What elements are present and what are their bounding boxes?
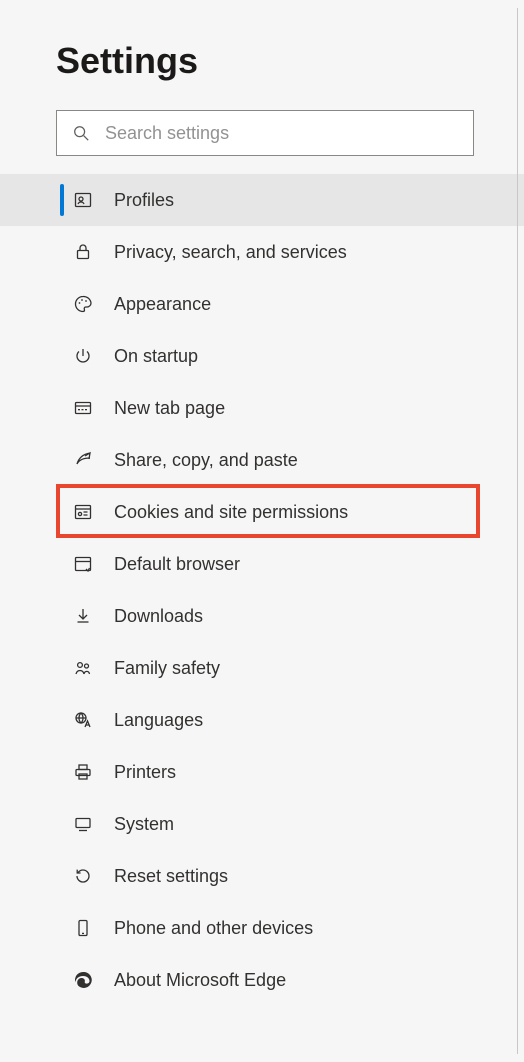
sidebar-item-family[interactable]: Family safety (0, 642, 524, 694)
sidebar-item-label: New tab page (114, 398, 225, 419)
edge-icon (72, 969, 94, 991)
profile-card-icon (72, 189, 94, 211)
settings-nav: Profiles Privacy, search, and services App… (0, 174, 524, 1006)
browser-icon (72, 553, 94, 575)
new-tab-icon (72, 397, 94, 419)
sidebar-item-label: Cookies and site permissions (114, 502, 348, 523)
sidebar-item-label: Default browser (114, 554, 240, 575)
sidebar-item-label: Phone and other devices (114, 918, 313, 939)
power-icon (72, 345, 94, 367)
sidebar-item-languages[interactable]: Languages (0, 694, 524, 746)
sidebar-item-label: System (114, 814, 174, 835)
sidebar-item-label: On startup (114, 346, 198, 367)
sidebar-item-newtab[interactable]: New tab page (0, 382, 524, 434)
printer-icon (72, 761, 94, 783)
sidebar-item-about[interactable]: About Microsoft Edge (0, 954, 524, 1006)
download-icon (72, 605, 94, 627)
search-icon (71, 123, 91, 143)
sidebar-item-label: Share, copy, and paste (114, 450, 298, 471)
share-icon (72, 449, 94, 471)
family-icon (72, 657, 94, 679)
sidebar-item-share[interactable]: Share, copy, and paste (0, 434, 524, 486)
sidebar-item-label: Reset settings (114, 866, 228, 887)
page-title: Settings (56, 40, 524, 82)
system-icon (72, 813, 94, 835)
sidebar-item-label: Privacy, search, and services (114, 242, 347, 263)
phone-icon (72, 917, 94, 939)
sidebar-item-cookies[interactable]: Cookies and site permissions (0, 486, 524, 538)
lock-icon (72, 241, 94, 263)
sidebar-item-label: Profiles (114, 190, 174, 211)
sidebar-item-system[interactable]: System (0, 798, 524, 850)
sidebar-item-downloads[interactable]: Downloads (0, 590, 524, 642)
sidebar-item-startup[interactable]: On startup (0, 330, 524, 382)
sidebar-item-default[interactable]: Default browser (0, 538, 524, 590)
sidebar-item-label: Languages (114, 710, 203, 731)
site-permissions-icon (72, 501, 94, 523)
search-settings-box[interactable] (56, 110, 474, 156)
search-input[interactable] (105, 123, 459, 144)
sidebar-item-reset[interactable]: Reset settings (0, 850, 524, 902)
palette-icon (72, 293, 94, 315)
sidebar-item-appearance[interactable]: Appearance (0, 278, 524, 330)
languages-icon (72, 709, 94, 731)
sidebar-item-profiles[interactable]: Profiles (0, 174, 524, 226)
sidebar-item-label: Downloads (114, 606, 203, 627)
sidebar-item-label: Family safety (114, 658, 220, 679)
sidebar-item-label: About Microsoft Edge (114, 970, 286, 991)
sidebar-item-phone[interactable]: Phone and other devices (0, 902, 524, 954)
reset-icon (72, 865, 94, 887)
sidebar-item-label: Appearance (114, 294, 211, 315)
sidebar-item-printers[interactable]: Printers (0, 746, 524, 798)
sidebar-item-label: Printers (114, 762, 176, 783)
sidebar-item-privacy[interactable]: Privacy, search, and services (0, 226, 524, 278)
